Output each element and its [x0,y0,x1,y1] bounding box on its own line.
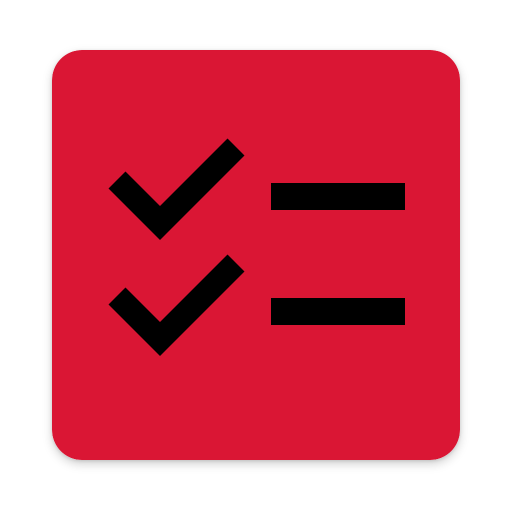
icon-background [52,50,460,460]
list-line-1 [271,183,405,210]
list-line-2 [271,298,405,325]
checklist-icon [52,50,460,460]
checklist-app-icon[interactable] [52,50,460,460]
launcher-stage [0,0,512,512]
